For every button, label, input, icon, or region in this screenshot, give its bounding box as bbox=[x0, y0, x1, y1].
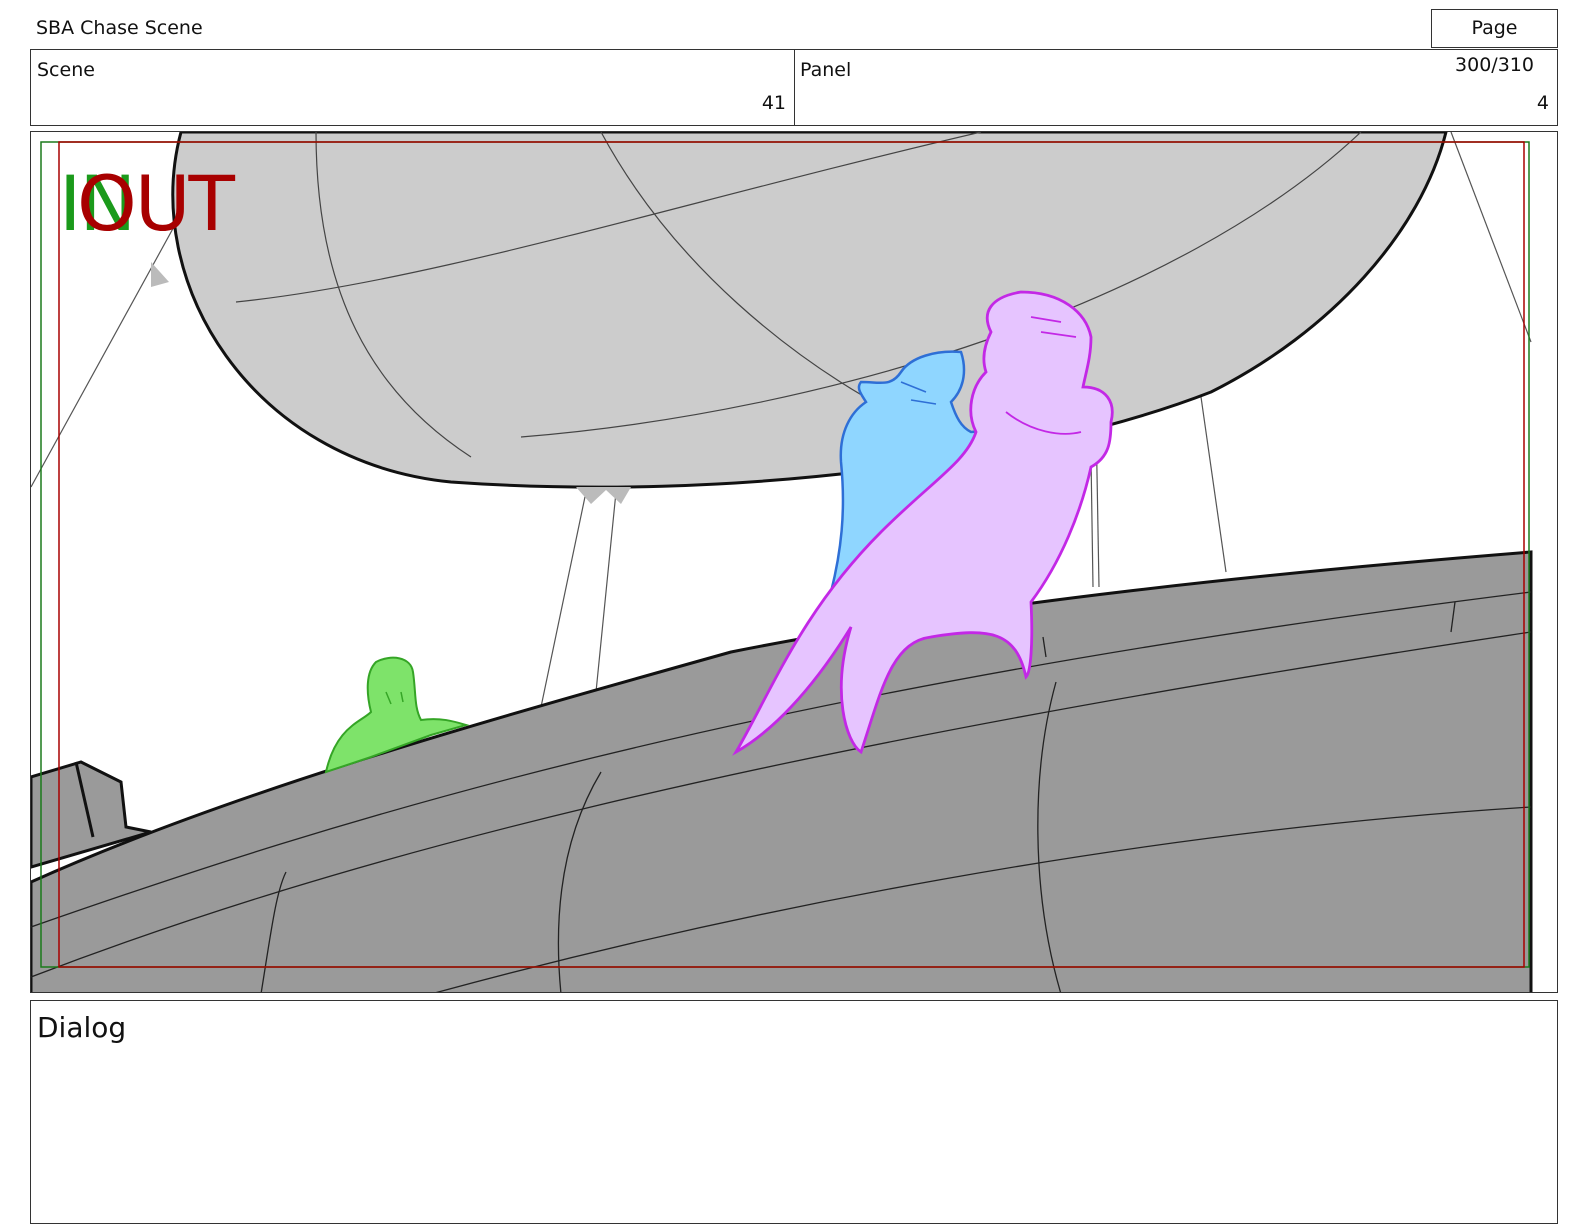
panel-label: Panel bbox=[800, 59, 852, 81]
panel-field: Panel 4 bbox=[794, 49, 1558, 126]
storyboard-drawing bbox=[31, 132, 1557, 992]
scene-number: 41 bbox=[761, 92, 786, 114]
storyboard-frame: IN OUT bbox=[30, 131, 1558, 993]
scene-field: Scene 41 bbox=[30, 49, 795, 126]
scene-label: Scene bbox=[37, 59, 95, 81]
document-title: SBA Chase Scene bbox=[36, 17, 203, 39]
page-indicator: Page 300/310 bbox=[1431, 9, 1558, 76]
dialog-label: Dialog bbox=[37, 1011, 127, 1044]
panel-number: 4 bbox=[1536, 92, 1549, 114]
safe-area-out-label: OUT bbox=[77, 159, 235, 248]
dialog-box[interactable]: Dialog bbox=[30, 1000, 1558, 1224]
